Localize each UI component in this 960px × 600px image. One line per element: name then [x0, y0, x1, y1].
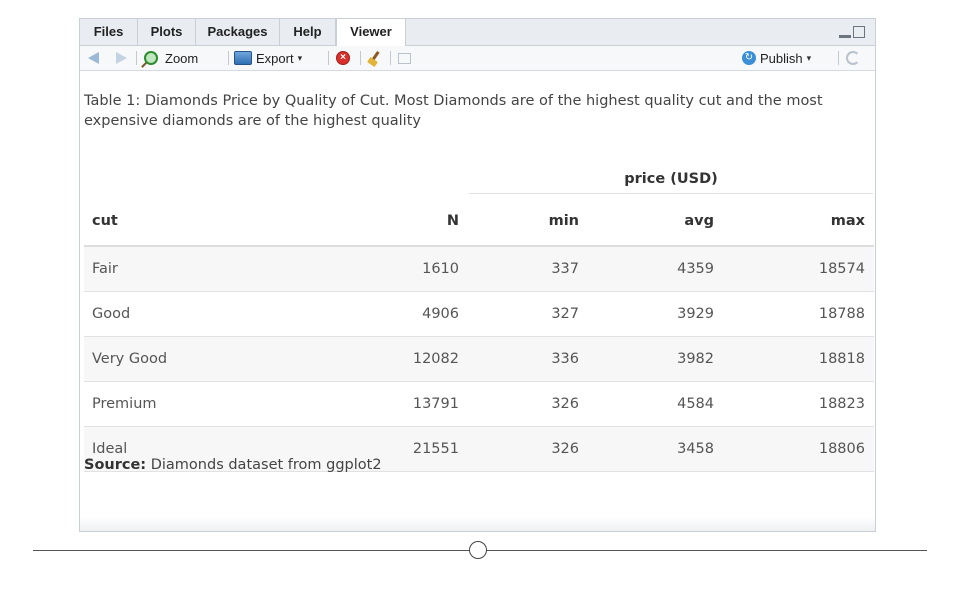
pane-tabbar: Files Plots Packages Help Viewer — [80, 19, 875, 46]
cell-avg: 3982 — [588, 336, 723, 382]
clear-viewer-icon[interactable]: × — [336, 51, 350, 65]
viewer-content: Table 1: Diamonds Price by Quality of Cu… — [80, 71, 875, 531]
cell-max: 18788 — [723, 291, 874, 337]
cell-cut: Fair — [84, 246, 284, 292]
column-header-max: max — [723, 197, 874, 247]
tab-plots[interactable]: Plots — [138, 19, 196, 45]
table-source-note: Source: Diamonds dataset from ggplot2 — [84, 457, 382, 473]
column-header-n: N — [284, 197, 468, 247]
tab-viewer[interactable]: Viewer — [336, 19, 406, 46]
maximize-icon[interactable] — [853, 26, 865, 38]
cell-avg: 3458 — [588, 426, 723, 472]
cell-min: 326 — [468, 381, 588, 427]
source-label: Source: — [84, 457, 147, 473]
publish-button[interactable]: ↻ Publish ▾ — [742, 46, 811, 70]
source-text: Diamonds dataset from ggplot2 — [150, 457, 382, 473]
cell-max: 18806 — [723, 426, 874, 472]
cell-min: 326 — [468, 426, 588, 472]
cell-min: 337 — [468, 246, 588, 292]
cell-n: 12082 — [284, 336, 468, 382]
viewer-pane: Files Plots Packages Help Viewer Zoom Ex… — [79, 18, 876, 532]
cell-avg: 4359 — [588, 246, 723, 292]
cell-min: 336 — [468, 336, 588, 382]
cell-cut: Good — [84, 291, 284, 337]
forward-arrow-icon[interactable] — [116, 52, 127, 64]
publish-caret: ▾ — [806, 52, 812, 63]
cell-max: 18574 — [723, 246, 874, 292]
tab-help[interactable]: Help — [280, 19, 336, 45]
cell-max: 18823 — [723, 381, 874, 427]
cell-n: 1610 — [284, 246, 468, 292]
zoom-button[interactable]: Zoom — [144, 46, 198, 70]
refresh-icon[interactable] — [846, 51, 860, 65]
tab-files[interactable]: Files — [80, 19, 138, 45]
cell-n: 4906 — [284, 291, 468, 337]
zoom-magnifier-icon — [144, 51, 158, 65]
export-image-icon — [234, 51, 252, 65]
popout-window-icon[interactable] — [398, 52, 411, 64]
table-row: Premium 13791 326 4584 18823 — [84, 381, 874, 427]
cell-min: 327 — [468, 291, 588, 337]
publish-label: Publish — [760, 50, 803, 66]
cell-cut: Premium — [84, 381, 284, 427]
export-caret: ▾ — [297, 52, 303, 63]
export-button[interactable]: Export ▾ — [234, 46, 302, 70]
column-header-min: min — [468, 197, 588, 247]
column-spanner: price (USD) — [468, 167, 874, 197]
cell-n: 13791 — [284, 381, 468, 427]
minimize-icon[interactable] — [839, 26, 851, 38]
table-row: Good 4906 327 3929 18788 — [84, 291, 874, 337]
zoom-label: Zoom — [165, 50, 199, 66]
table-header-row: cut N min avg max — [84, 197, 874, 247]
export-label: Export — [256, 50, 294, 66]
column-header-cut: cut — [84, 197, 284, 247]
back-arrow-icon[interactable] — [88, 52, 99, 64]
tab-packages[interactable]: Packages — [196, 19, 280, 45]
column-header-avg: avg — [588, 197, 723, 247]
spanner-label: price (USD) — [469, 171, 873, 194]
summary-table: price (USD) cut N min avg max Fair 1610 … — [84, 167, 874, 472]
cell-max: 18818 — [723, 336, 874, 382]
broom-icon[interactable] — [368, 51, 382, 65]
publish-icon: ↻ — [742, 51, 756, 65]
cell-avg: 4584 — [588, 381, 723, 427]
splitter-handle[interactable] — [469, 541, 487, 559]
cell-avg: 3929 — [588, 291, 723, 337]
table-row: Very Good 12082 336 3982 18818 — [84, 336, 874, 382]
viewer-toolbar: Zoom Export ▾ × ↻ Publish ▾ — [80, 46, 875, 71]
table-caption: Table 1: Diamonds Price by Quality of Cu… — [84, 93, 823, 129]
cell-cut: Very Good — [84, 336, 284, 382]
table-row: Fair 1610 337 4359 18574 — [84, 246, 874, 292]
